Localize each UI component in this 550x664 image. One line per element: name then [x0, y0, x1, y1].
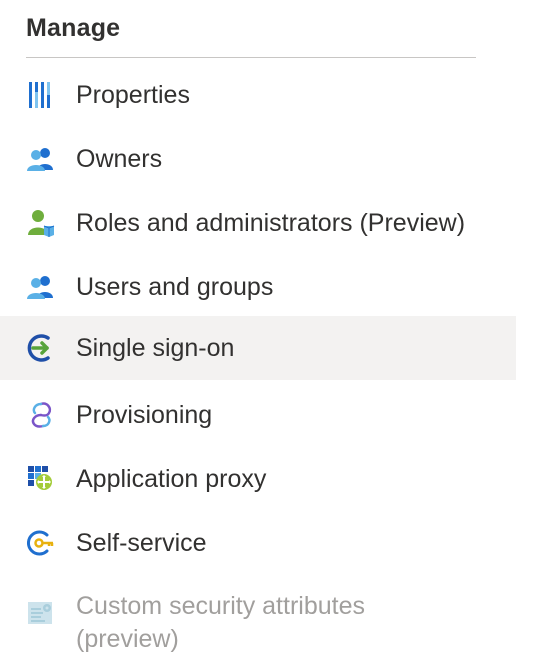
users-groups-icon — [26, 272, 56, 302]
menu-item-properties[interactable]: Properties — [0, 63, 516, 127]
menu-item-custom-security-attributes: Custom security attributes (preview) — [0, 584, 516, 664]
menu-item-label: Provisioning — [76, 400, 213, 429]
menu-item-label: Application proxy — [76, 464, 267, 493]
menu-item-application-proxy[interactable]: Application proxy — [0, 447, 516, 511]
section-title: Manage — [26, 14, 121, 42]
custom-security-attributes-icon — [26, 598, 56, 628]
self-service-icon — [26, 528, 56, 558]
application-proxy-icon — [26, 464, 56, 494]
provisioning-icon — [26, 400, 56, 430]
menu-item-self-service[interactable]: Self-service — [0, 511, 516, 575]
menu-item-label: Users and groups — [76, 272, 274, 301]
menu-item-label: Self-service — [76, 528, 207, 557]
menu-item-label: Custom security attributes (preview) — [76, 592, 365, 653]
menu-item-single-sign-on[interactable]: Single sign-on — [0, 316, 516, 380]
menu-item-owners[interactable]: Owners — [0, 127, 516, 191]
menu-item-label: Owners — [76, 144, 163, 173]
menu-item-label: Roles and administrators (Preview) — [76, 208, 466, 237]
roles-admin-icon — [26, 208, 56, 238]
single-sign-on-icon — [26, 333, 56, 363]
manage-section-header: Manage — [26, 8, 476, 58]
properties-icon — [26, 80, 56, 110]
menu-item-label: Properties — [76, 80, 190, 109]
owners-icon — [26, 144, 56, 174]
menu-item-label: Single sign-on — [76, 333, 235, 362]
menu-item-roles-and-administrators[interactable]: Roles and administrators (Preview) — [0, 191, 516, 255]
menu-item-users-and-groups[interactable]: Users and groups — [0, 255, 516, 319]
menu-item-provisioning[interactable]: Provisioning — [0, 383, 516, 447]
